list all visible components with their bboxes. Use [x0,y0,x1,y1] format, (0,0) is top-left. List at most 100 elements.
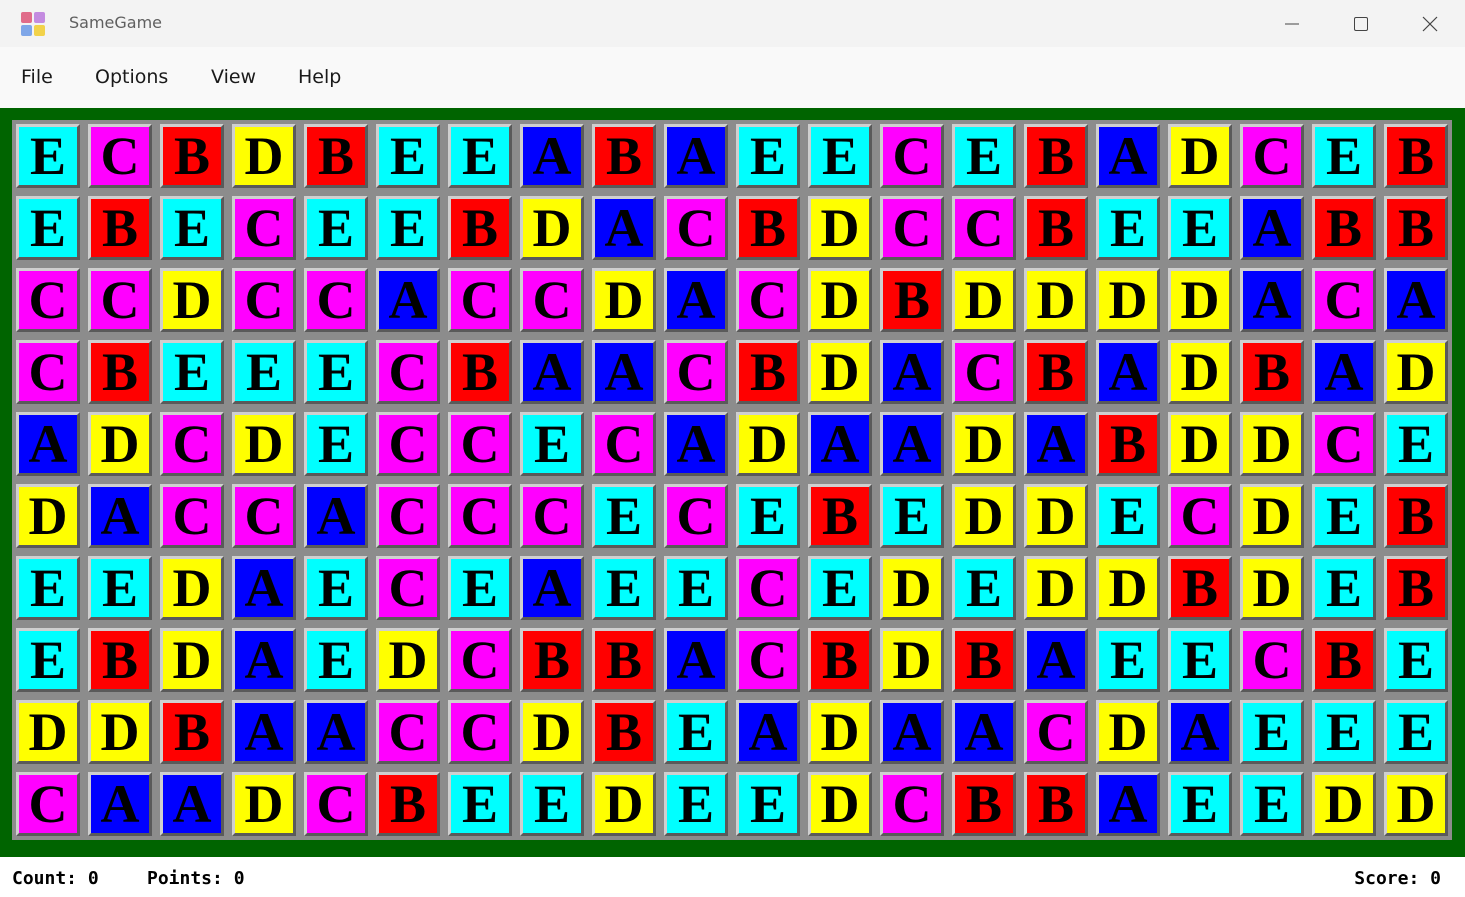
tile-c[interactable]: C [448,268,512,332]
tile-e[interactable]: E [376,124,440,188]
tile-b[interactable]: B [592,124,656,188]
tile-e[interactable]: E [1384,628,1448,692]
tile-a[interactable]: A [88,484,152,548]
tile-c[interactable]: C [1312,268,1376,332]
tile-b[interactable]: B [1312,196,1376,260]
tile-e[interactable]: E [1168,628,1232,692]
tile-e[interactable]: E [1384,700,1448,764]
tile-d[interactable]: D [1168,268,1232,332]
maximize-button[interactable] [1326,0,1395,47]
tile-a[interactable]: A [160,772,224,836]
tile-d[interactable]: D [232,772,296,836]
tile-c[interactable]: C [1240,124,1304,188]
tile-d[interactable]: D [16,700,80,764]
tile-b[interactable]: B [592,700,656,764]
tile-e[interactable]: E [1096,196,1160,260]
tile-d[interactable]: D [160,268,224,332]
tile-d[interactable]: D [1240,556,1304,620]
tile-a[interactable]: A [1240,196,1304,260]
tile-b[interactable]: B [160,700,224,764]
tile-c[interactable]: C [1024,700,1088,764]
tile-a[interactable]: A [664,268,728,332]
tile-c[interactable]: C [1240,628,1304,692]
tile-a[interactable]: A [664,628,728,692]
close-button[interactable] [1395,0,1464,47]
tile-b[interactable]: B [448,340,512,404]
tile-a[interactable]: A [304,484,368,548]
tile-c[interactable]: C [16,268,80,332]
tile-d[interactable]: D [1168,124,1232,188]
tile-c[interactable]: C [448,484,512,548]
tile-e[interactable]: E [448,124,512,188]
tile-b[interactable]: B [736,196,800,260]
tile-d[interactable]: D [880,556,944,620]
tile-e[interactable]: E [160,196,224,260]
tile-c[interactable]: C [232,484,296,548]
tile-e[interactable]: E [160,340,224,404]
tile-b[interactable]: B [304,124,368,188]
tile-c[interactable]: C [880,772,944,836]
tile-d[interactable]: D [88,412,152,476]
tile-e[interactable]: E [16,196,80,260]
tile-e[interactable]: E [664,556,728,620]
tile-d[interactable]: D [592,268,656,332]
tile-a[interactable]: A [952,700,1016,764]
tile-a[interactable]: A [232,556,296,620]
tile-c[interactable]: C [1312,412,1376,476]
tile-a[interactable]: A [664,124,728,188]
tile-e[interactable]: E [1384,412,1448,476]
tile-d[interactable]: D [808,772,872,836]
tile-b[interactable]: B [376,772,440,836]
tile-c[interactable]: C [376,484,440,548]
tile-a[interactable]: A [592,340,656,404]
tile-e[interactable]: E [736,484,800,548]
tile-b[interactable]: B [88,340,152,404]
tile-b[interactable]: B [88,196,152,260]
tile-d[interactable]: D [1240,412,1304,476]
tile-d[interactable]: D [232,124,296,188]
tile-c[interactable]: C [376,700,440,764]
tile-d[interactable]: D [592,772,656,836]
tile-e[interactable]: E [520,772,584,836]
tile-e[interactable]: E [16,628,80,692]
tile-a[interactable]: A [88,772,152,836]
tile-b[interactable]: B [1024,196,1088,260]
tile-e[interactable]: E [448,772,512,836]
tile-e[interactable]: E [1312,700,1376,764]
tile-e[interactable]: E [304,196,368,260]
tile-c[interactable]: C [376,412,440,476]
tile-c[interactable]: C [16,340,80,404]
tile-e[interactable]: E [88,556,152,620]
tile-d[interactable]: D [16,484,80,548]
tile-a[interactable]: A [736,700,800,764]
tile-e[interactable]: E [1168,196,1232,260]
tile-b[interactable]: B [1312,628,1376,692]
tile-e[interactable]: E [1312,556,1376,620]
tile-b[interactable]: B [1384,124,1448,188]
tile-b[interactable]: B [592,628,656,692]
tile-a[interactable]: A [664,412,728,476]
tile-d[interactable]: D [808,700,872,764]
menu-options[interactable]: Options [95,66,168,88]
tile-a[interactable]: A [520,556,584,620]
tile-a[interactable]: A [1312,340,1376,404]
tile-d[interactable]: D [376,628,440,692]
tile-d[interactable]: D [952,268,1016,332]
tile-d[interactable]: D [1384,340,1448,404]
tile-e[interactable]: E [664,700,728,764]
tile-e[interactable]: E [736,124,800,188]
tile-a[interactable]: A [1024,412,1088,476]
tile-e[interactable]: E [16,556,80,620]
tile-a[interactable]: A [1384,268,1448,332]
tile-b[interactable]: B [808,628,872,692]
tile-a[interactable]: A [16,412,80,476]
tile-a[interactable]: A [592,196,656,260]
tile-d[interactable]: D [160,628,224,692]
tile-b[interactable]: B [1384,484,1448,548]
tile-e[interactable]: E [592,484,656,548]
tile-d[interactable]: D [1096,556,1160,620]
tile-d[interactable]: D [808,196,872,260]
tile-d[interactable]: D [1384,772,1448,836]
tile-e[interactable]: E [952,556,1016,620]
tile-b[interactable]: B [448,196,512,260]
